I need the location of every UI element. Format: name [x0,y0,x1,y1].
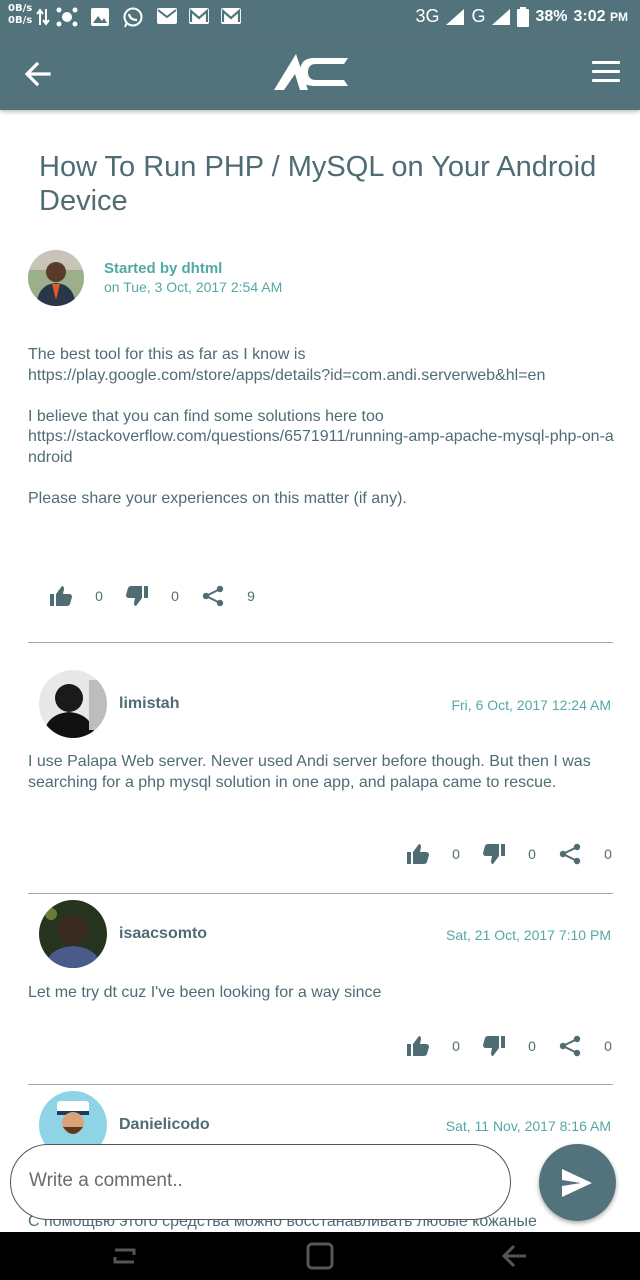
comment-author[interactable]: limistah [119,695,179,713]
thumbs-up-icon[interactable] [49,584,73,608]
comment-date: Sat, 11 Nov, 2017 8:16 AM [445,1118,611,1134]
back-arrow-icon[interactable] [22,58,54,90]
status-bar: 0B/s 0B/s 3G G 38% 3:02 PM [0,0,640,34]
clock-ampm: PM [610,9,628,24]
divider [28,642,613,643]
share-icon[interactable] [558,842,582,866]
gmail-icon [221,8,241,24]
gmail-icon [189,8,209,24]
post-actions: 0 0 9 [49,584,277,608]
comment-like-count: 0 [452,846,460,862]
comment-share-count: 0 [604,1038,612,1054]
thumbs-up-icon[interactable] [406,842,430,866]
post-like-count: 0 [95,588,103,604]
home-icon[interactable] [305,1242,335,1270]
post-share-count: 9 [247,588,255,604]
system-nav-bar [0,1232,640,1280]
comment-author[interactable]: Danielicodo [119,1116,210,1134]
data-transfer-icon [36,8,50,26]
signal-icon [446,8,465,25]
hamburger-menu-icon[interactable] [592,61,620,83]
thumbs-down-icon[interactable] [482,1034,506,1058]
divider [28,893,613,894]
post-body-line: Please share your experiences on this ma… [28,489,407,507]
svg-text:</>: </> [321,69,338,79]
app-bar: </> [0,34,640,110]
comment-author[interactable]: isaacsomto [119,925,207,943]
comment-input[interactable] [27,1169,471,1193]
post-author[interactable]: Started by dhtml [104,260,222,277]
post-dislike-count: 0 [171,588,179,604]
email-icon [157,8,177,24]
thread-title: How To Run PHP / MySQL on Your Android D… [39,151,597,217]
thread-content[interactable]: How To Run PHP / MySQL on Your Android D… [0,110,640,1232]
share-icon[interactable] [558,1034,582,1058]
comment-composer [10,1144,511,1220]
comment-date: Fri, 6 Oct, 2017 12:24 AM [451,697,611,713]
clock-time: 3:02 [573,7,606,25]
network-g-label: G [471,6,486,26]
comment-like-count: 0 [452,1038,460,1054]
whatsapp-icon [123,7,143,28]
battery-percent: 38% [535,7,568,25]
post-link[interactable]: https://stackoverflow.com/questions/6571… [28,427,618,468]
gallery-icon [91,8,109,26]
thumbs-up-icon[interactable] [406,1034,430,1058]
app-logo[interactable]: </> [272,50,352,94]
menu-line [592,61,620,64]
avatar[interactable] [39,670,107,738]
avatar[interactable] [28,250,84,306]
back-nav-icon[interactable] [500,1242,530,1270]
post-body-line: The best tool for this as far as I know … [28,346,306,363]
divider [28,1084,613,1085]
menu-line [592,79,620,82]
send-icon [562,1169,592,1197]
download-speed: 0B/s [8,15,33,26]
menu-line [592,70,620,73]
network-3g-label: 3G [415,6,440,26]
clock: 3:02 PM [574,8,628,26]
avatar[interactable] [39,900,107,968]
thumbs-down-icon[interactable] [482,842,506,866]
post-body-line: I believe that you can find some solutio… [28,407,384,425]
signal-icon [492,8,511,25]
comment-actions: 0 0 0 [406,1034,634,1058]
comment-share-count: 0 [604,846,612,862]
battery-icon [517,6,530,27]
comment-dislike-count: 0 [528,846,536,862]
post-link[interactable]: https://play.google.com/store/apps/detai… [28,366,618,387]
recent-apps-icon[interactable] [110,1242,140,1270]
comment-date: Sat, 21 Oct, 2017 7:10 PM [446,927,611,943]
comment-text: I use Palapa Web server. Never used Andi… [28,753,591,791]
comment-actions: 0 0 0 [406,842,634,866]
post-body: The best tool for this as far as I know … [28,345,618,509]
status-right: 3G G 38% 3:02 PM [415,6,628,27]
upload-speed: 0B/s [8,3,33,14]
post-date: on Tue, 3 Oct, 2017 2:54 AM [104,279,283,295]
connection-hub-icon [56,7,78,27]
network-speed: 0B/s 0B/s [8,3,32,27]
send-button[interactable] [539,1144,616,1221]
thumbs-down-icon[interactable] [125,584,149,608]
comment-dislike-count: 0 [528,1038,536,1054]
share-icon[interactable] [201,584,225,608]
comment-text: Let me try dt cuz I've been looking for … [28,984,382,1001]
